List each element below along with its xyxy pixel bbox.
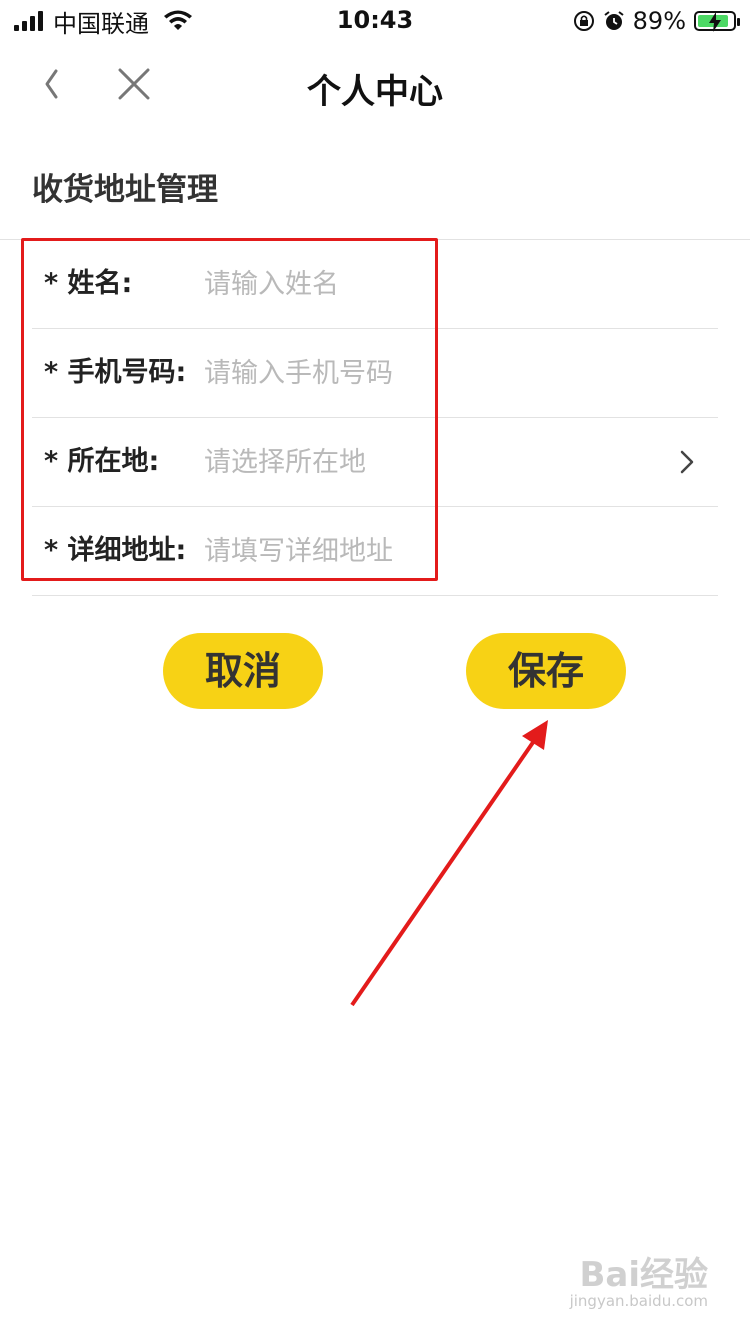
highlight-box <box>21 238 438 581</box>
section-title: 收货地址管理 <box>32 172 218 208</box>
battery-icon <box>694 11 740 32</box>
chevron-right-icon[interactable] <box>674 448 700 476</box>
watermark-logo: Bai经验 <box>579 1255 708 1295</box>
page-title: 个人中心 <box>307 72 443 112</box>
annotation-arrow-icon <box>350 720 548 1007</box>
rotation-lock-icon <box>573 11 594 31</box>
nav-bar: 个人中心 <box>0 44 750 124</box>
watermark-url: jingyan.baidu.com <box>569 1292 708 1310</box>
cancel-button[interactable]: 取消 <box>163 633 323 709</box>
status-bar: 中国联通 10:43 89% <box>0 0 750 44</box>
status-right: 89% <box>573 6 740 36</box>
battery-percent: 89% <box>632 7 686 35</box>
save-button[interactable]: 保存 <box>466 633 626 709</box>
alarm-icon <box>604 11 624 30</box>
